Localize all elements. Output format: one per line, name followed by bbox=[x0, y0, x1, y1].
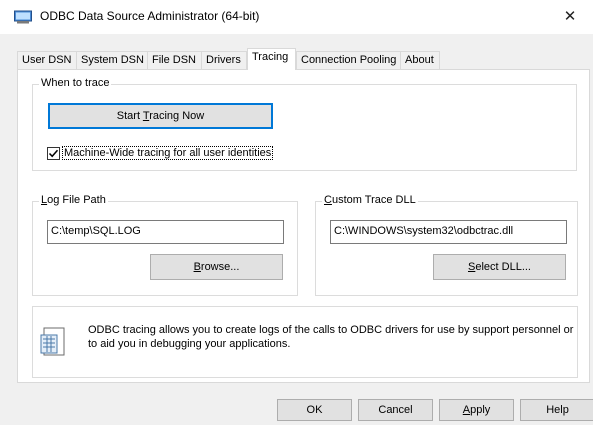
checkmark-icon bbox=[48, 149, 59, 158]
window-title: ODBC Data Source Administrator (64-bit) bbox=[40, 9, 260, 23]
title-bar: ODBC Data Source Administrator (64-bit) … bbox=[0, 0, 593, 34]
dialog-client-area: User DSN System DSN File DSN Drivers Tra… bbox=[0, 34, 593, 425]
custom-trace-dll-title: Custom Trace DLL bbox=[322, 194, 418, 206]
tracing-info-text: ODBC tracing allows you to create logs o… bbox=[88, 324, 574, 350]
tab-connection-pooling[interactable]: Connection Pooling bbox=[296, 51, 401, 69]
close-button[interactable]: ✕ bbox=[547, 0, 593, 34]
log-file-path-group: Log File Path C:\temp\SQL.LOG Browse... bbox=[32, 194, 298, 296]
trace-dll-path-field[interactable]: C:\WINDOWS\system32\odbctrac.dll bbox=[330, 220, 567, 244]
tab-file-dsn[interactable]: File DSN bbox=[147, 51, 202, 69]
tab-about[interactable]: About bbox=[400, 51, 440, 69]
ok-button[interactable]: OK bbox=[277, 399, 352, 421]
log-file-path-title: Log File Path bbox=[39, 194, 108, 206]
tab-tracing[interactable]: Tracing bbox=[247, 48, 296, 70]
info-box: ODBC tracing allows you to create logs o… bbox=[32, 306, 578, 378]
tab-drivers[interactable]: Drivers bbox=[201, 51, 247, 69]
apply-button[interactable]: Apply bbox=[439, 399, 514, 421]
cancel-button[interactable]: Cancel bbox=[358, 399, 433, 421]
select-dll-button[interactable]: Select DLL... bbox=[433, 254, 566, 280]
close-icon: ✕ bbox=[563, 8, 577, 25]
help-button[interactable]: Help bbox=[520, 399, 593, 421]
machine-wide-label[interactable]: Machine-Wide tracing for all user identi… bbox=[62, 146, 274, 160]
start-tracing-button[interactable]: Start Tracing Now bbox=[48, 103, 273, 129]
tab-system-dsn[interactable]: System DSN bbox=[76, 51, 148, 69]
when-to-trace-group: When to trace Start Tracing Now Machine-… bbox=[32, 77, 577, 171]
log-file-path-field[interactable]: C:\temp\SQL.LOG bbox=[47, 220, 284, 244]
browse-button[interactable]: Browse... bbox=[150, 254, 283, 280]
database-info-icon bbox=[40, 327, 65, 356]
tracing-panel: When to trace Start Tracing Now Machine-… bbox=[17, 69, 590, 383]
machine-wide-checkbox[interactable] bbox=[47, 147, 60, 160]
custom-trace-dll-group: Custom Trace DLL C:\WINDOWS\system32\odb… bbox=[315, 194, 578, 296]
odbc-app-icon bbox=[14, 10, 32, 24]
when-to-trace-title: When to trace bbox=[39, 77, 112, 89]
tab-user-dsn[interactable]: User DSN bbox=[17, 51, 77, 69]
